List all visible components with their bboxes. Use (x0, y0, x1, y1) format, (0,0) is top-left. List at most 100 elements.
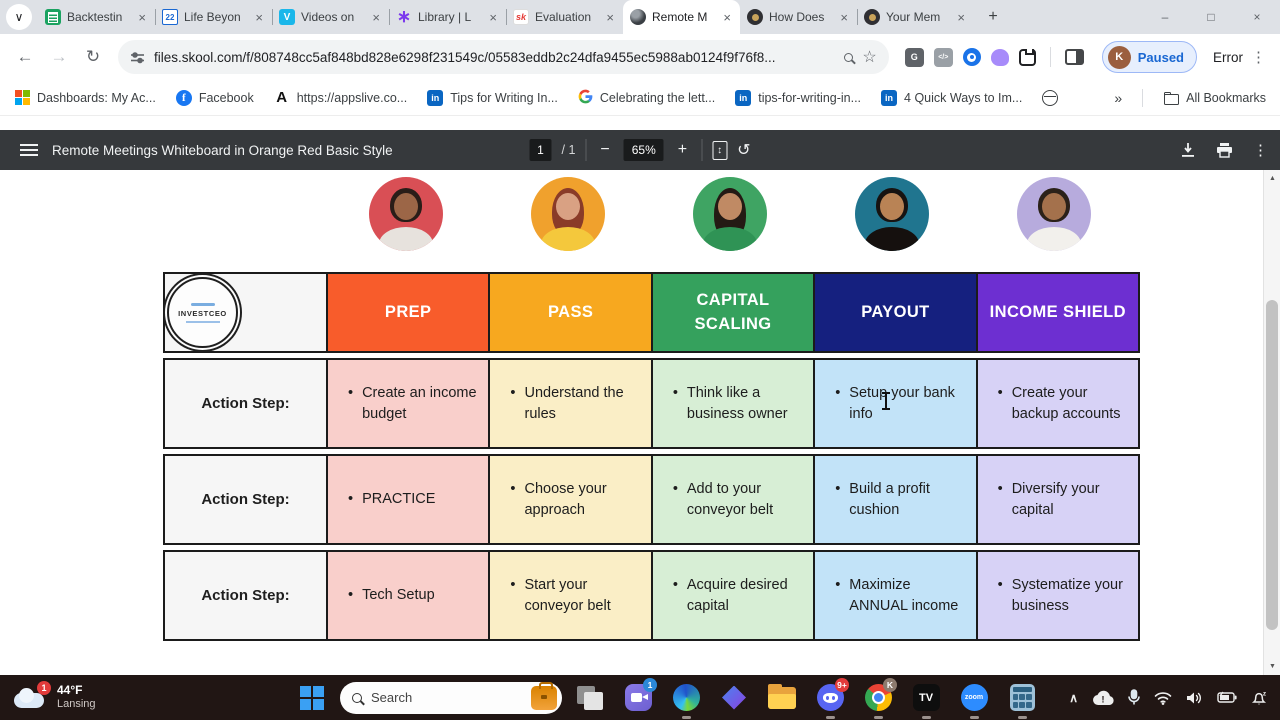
minimize-button[interactable]: – (1142, 0, 1188, 34)
teams-badge: 1 (643, 677, 657, 692)
tab-backtesting[interactable]: Backtestin × (38, 0, 155, 34)
vertical-scrollbar[interactable]: ▲ ▼ (1263, 170, 1280, 675)
tab-remote-meetings-active[interactable]: Remote M × (623, 0, 740, 34)
new-tab-button[interactable]: + (980, 4, 1006, 30)
bullet-icon: • (672, 577, 678, 594)
tab-close-icon[interactable]: × (253, 10, 265, 25)
target-extension-icon[interactable] (962, 48, 981, 66)
scroll-up-icon[interactable]: ▲ (1264, 170, 1280, 187)
wifi-icon[interactable] (1154, 691, 1172, 705)
reload-button[interactable]: ↻ (78, 42, 108, 72)
scroll-down-icon[interactable]: ▼ (1264, 658, 1280, 675)
tab-videos[interactable]: V Videos on × (272, 0, 389, 34)
rotate-icon[interactable]: ↺ (737, 140, 750, 160)
zoom-level-input[interactable]: 65% (623, 139, 664, 161)
site-favicon (864, 9, 880, 25)
address-bar[interactable]: files.skool.com/f/808748cc5af848bd828e62… (118, 40, 889, 74)
notification-bell-icon[interactable]: z (1251, 690, 1268, 706)
bookmarks-overflow-icon[interactable]: » (1114, 90, 1122, 106)
bookmark-celebrating[interactable]: Celebrating the lett... (578, 89, 715, 107)
tab-evaluation[interactable]: sk Evaluation × (506, 0, 623, 34)
zoom-button[interactable]: zoom (954, 676, 994, 720)
teams-chat-button[interactable]: 1 (618, 676, 658, 720)
forward-button[interactable]: → (44, 42, 74, 72)
bookmark-star-icon[interactable]: ☆ (862, 47, 876, 67)
all-bookmarks-button[interactable]: All Bookmarks (1163, 90, 1266, 106)
side-panel-icon[interactable] (1064, 49, 1084, 65)
volume-icon[interactable] (1186, 691, 1203, 705)
bookmark-quick-ways[interactable]: in 4 Quick Ways to Im... (881, 89, 1022, 106)
menu-icon[interactable] (20, 144, 38, 156)
error-label: Error (1213, 49, 1243, 65)
taskbar-search[interactable]: Search (340, 681, 562, 714)
discord-button[interactable]: 9+ (810, 676, 850, 720)
maximize-button[interactable]: □ (1188, 0, 1234, 34)
zoom-in-button[interactable]: + (674, 141, 691, 159)
tradingview-button[interactable]: TV (906, 676, 946, 720)
tab-close-icon[interactable]: × (136, 10, 148, 25)
scrollbar-thumb[interactable] (1266, 300, 1278, 630)
browser-toolbar: ← → ↻ files.skool.com/f/808748cc5af848bd… (0, 34, 1280, 80)
tab-close-icon[interactable]: × (955, 10, 967, 25)
tab-close-icon[interactable]: × (721, 10, 733, 25)
bookmark-tips-writing[interactable]: in Tips for Writing In... (427, 89, 558, 106)
cell-text: Think like a business owner (686, 385, 788, 422)
microsoft-365-button[interactable] (714, 676, 754, 720)
hidden-icons-chevron[interactable]: ∧ (1069, 691, 1078, 705)
row-label-cell: Action Step: (165, 552, 326, 639)
g-extension-icon[interactable]: G (904, 47, 924, 67)
tab-search-button[interactable]: ∨ (6, 4, 32, 30)
tab-how-does[interactable]: How Does × (740, 0, 857, 34)
pdf-more-icon[interactable]: ⋮ (1253, 141, 1268, 159)
all-bookmarks-label: All Bookmarks (1186, 90, 1266, 105)
clipboard-extension-icon[interactable] (1018, 48, 1036, 66)
location-label: Lansing (57, 698, 96, 711)
tab-your-membership[interactable]: Your Mem × (857, 0, 974, 34)
bookmark-appslive[interactable]: A https://appslive.co... (274, 89, 407, 106)
bookmark-globe[interactable] (1042, 89, 1059, 106)
tab-close-icon[interactable]: × (487, 10, 499, 25)
bookmark-tips-slug[interactable]: in tips-for-writing-in... (735, 89, 861, 106)
battery-icon[interactable] (1217, 691, 1237, 704)
bookmarks-bar: Dashboards: My Ac... f Facebook A https:… (0, 80, 1280, 116)
code-extension-icon[interactable]: </> (933, 47, 953, 67)
table-cell: • Maximize ANNUAL income (813, 552, 976, 639)
bullet-icon: • (997, 385, 1003, 402)
task-view-button[interactable] (570, 676, 610, 720)
table-cell: • Think like a business owner (650, 360, 814, 447)
zoom-page-icon[interactable] (844, 52, 854, 62)
url-text[interactable]: files.skool.com/f/808748cc5af848bd828e62… (154, 50, 835, 65)
tab-close-icon[interactable]: × (838, 10, 850, 25)
microphone-icon[interactable] (1128, 689, 1140, 706)
site-settings-icon[interactable] (130, 50, 145, 65)
file-explorer-button[interactable] (762, 676, 802, 720)
start-button[interactable] (292, 678, 332, 718)
calculator-button[interactable] (1002, 676, 1042, 720)
onedrive-alert-icon[interactable]: ! (1092, 690, 1114, 706)
browser-menu-icon[interactable]: ⋮ (1251, 48, 1266, 66)
sync-paused-chip[interactable]: K Paused (1101, 41, 1197, 73)
print-icon[interactable] (1216, 142, 1233, 158)
edge-button[interactable] (666, 676, 706, 720)
page-number-input[interactable]: 1 (529, 139, 552, 161)
zoom-out-button[interactable]: − (596, 141, 613, 159)
fit-page-icon[interactable]: ↕ (712, 140, 728, 160)
close-button[interactable]: × (1234, 0, 1280, 34)
logo-text: INVESTCEO (178, 308, 227, 318)
tab-life-beyond[interactable]: 22 Life Beyon × (155, 0, 272, 34)
ghost-extension-icon[interactable] (990, 48, 1009, 66)
tab-label: Videos on (301, 10, 355, 24)
tab-close-icon[interactable]: × (370, 10, 382, 25)
error-menu[interactable]: Error ⋮ (1209, 48, 1270, 66)
bookmark-dashboards[interactable]: Dashboards: My Ac... (14, 89, 156, 106)
tab-close-icon[interactable]: × (604, 10, 616, 25)
download-icon[interactable] (1180, 142, 1196, 158)
back-button[interactable]: ← (10, 42, 40, 72)
pdf-page-controls: 1 / 1 − 65% + ↕ ↺ (529, 139, 751, 161)
bullet-icon: • (835, 481, 841, 498)
tab-library[interactable]: ∗ Library | L × (389, 0, 506, 34)
column-header-prep: PREP (326, 274, 489, 351)
chrome-button[interactable]: K (858, 676, 898, 720)
bookmark-facebook[interactable]: f Facebook (175, 89, 254, 106)
weather-widget[interactable]: 1 44°F Lansing (14, 680, 96, 712)
